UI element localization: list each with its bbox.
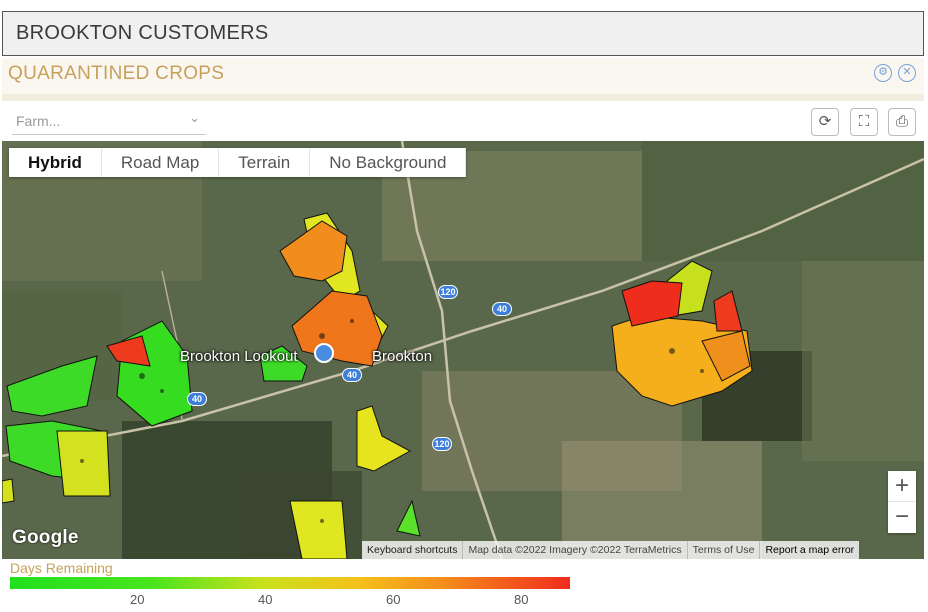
zoom-in-button[interactable]: + bbox=[888, 471, 916, 502]
header-divider bbox=[2, 94, 924, 101]
zoom-out-button[interactable]: − bbox=[888, 502, 916, 533]
refresh-button[interactable]: ⟳ bbox=[811, 108, 839, 136]
map-type-selector: Hybrid Road Map Terrain No Background bbox=[9, 148, 467, 177]
app-title-bar: BROOKTON CUSTOMERS bbox=[2, 11, 924, 56]
app-title: BROOKTON CUSTOMERS bbox=[16, 22, 269, 44]
fullscreen-button[interactable]: ⛶ bbox=[850, 108, 878, 136]
keyboard-shortcuts-link[interactable]: Keyboard shortcuts bbox=[362, 541, 464, 559]
map-type-none[interactable]: No Background bbox=[310, 148, 467, 177]
route-shield-icon: 120 bbox=[432, 437, 452, 451]
legend-tick: 40 bbox=[258, 592, 273, 607]
map-attribution: Keyboard shortcuts Map data ©2022 Imager… bbox=[362, 541, 860, 559]
legend-tick: 80 bbox=[514, 592, 529, 607]
legend-tick: 20 bbox=[130, 592, 145, 607]
print-icon: ⎙ bbox=[895, 113, 908, 130]
chevron-down-icon: ⌄ bbox=[189, 110, 200, 125]
place-label: Brookton Lookout bbox=[180, 348, 298, 365]
map-type-terrain[interactable]: Terrain bbox=[219, 148, 311, 177]
route-shield-icon: 40 bbox=[342, 368, 362, 382]
farm-select-placeholder: Farm... bbox=[16, 113, 61, 129]
refresh-icon: ⟳ bbox=[818, 113, 832, 130]
place-label: Brookton bbox=[372, 348, 433, 365]
place-pin-icon[interactable] bbox=[314, 343, 334, 363]
zoom-control: + − bbox=[888, 471, 916, 533]
legend-tick: 60 bbox=[386, 592, 401, 607]
route-shield-icon: 120 bbox=[438, 285, 458, 299]
map-type-hybrid[interactable]: Hybrid bbox=[9, 148, 102, 177]
panel-header: QUARANTINED CROPS ⚙ ✕ bbox=[2, 58, 924, 94]
satellite-imagery bbox=[2, 141, 924, 559]
map-data-credit: Map data ©2022 Imagery ©2022 TerraMetric… bbox=[463, 541, 688, 559]
print-button[interactable]: ⎙ bbox=[888, 108, 916, 136]
fullscreen-icon: ⛶ bbox=[858, 113, 870, 130]
close-icon[interactable]: ✕ bbox=[898, 64, 916, 82]
route-shield-icon: 40 bbox=[492, 302, 512, 316]
route-shield-icon: 40 bbox=[187, 392, 207, 406]
report-error-link[interactable]: Report a map error bbox=[760, 541, 859, 559]
panel-title: QUARANTINED CROPS bbox=[8, 63, 225, 84]
farm-select[interactable]: Farm... ⌄ bbox=[12, 108, 206, 135]
legend-title: Days Remaining bbox=[10, 560, 113, 576]
map-view[interactable]: Hybrid Road Map Terrain No Background Br… bbox=[2, 141, 924, 559]
settings-icon[interactable]: ⚙ bbox=[874, 64, 892, 82]
map-type-road[interactable]: Road Map bbox=[102, 148, 220, 177]
terms-link[interactable]: Terms of Use bbox=[688, 541, 761, 559]
app-root: BROOKTON CUSTOMERS QUARANTINED CROPS ⚙ ✕… bbox=[0, 0, 928, 612]
google-logo: Google bbox=[12, 527, 79, 548]
legend-gradient bbox=[10, 577, 570, 589]
